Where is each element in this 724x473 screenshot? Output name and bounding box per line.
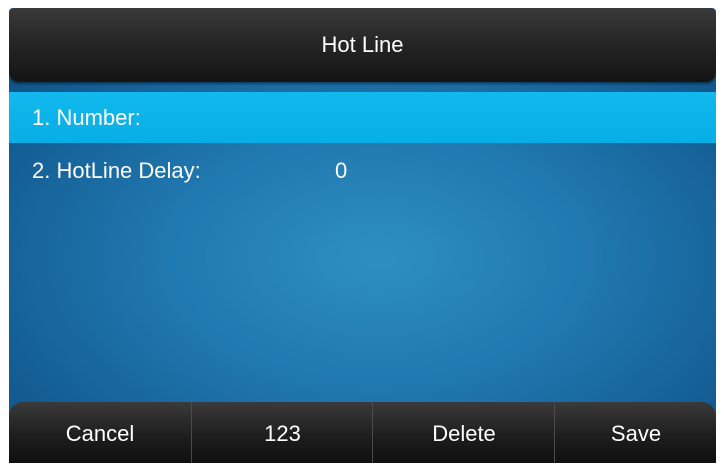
- softkey-bar: Cancel 123 Delete Save: [9, 402, 716, 463]
- delete-button[interactable]: Delete: [372, 402, 555, 463]
- save-button[interactable]: Save: [554, 402, 716, 463]
- input-mode-button[interactable]: 123: [191, 402, 373, 463]
- phone-display: Hot Line 1. Number: 2. HotLine Delay: 0 …: [0, 0, 724, 473]
- page-title: Hot Line: [321, 32, 404, 57]
- cancel-button[interactable]: Cancel: [9, 402, 191, 463]
- menu-item-label: 2. HotLine Delay:: [32, 158, 201, 183]
- title-bar: Hot Line: [9, 8, 716, 82]
- screen: Hot Line 1. Number: 2. HotLine Delay: 0 …: [9, 8, 716, 463]
- menu-item-label: 1. Number:: [32, 105, 141, 130]
- menu-item-hotline-delay[interactable]: 2. HotLine Delay: 0: [9, 145, 716, 196]
- menu-item-number[interactable]: 1. Number:: [9, 92, 716, 143]
- hotline-delay-field[interactable]: 0: [335, 145, 347, 196]
